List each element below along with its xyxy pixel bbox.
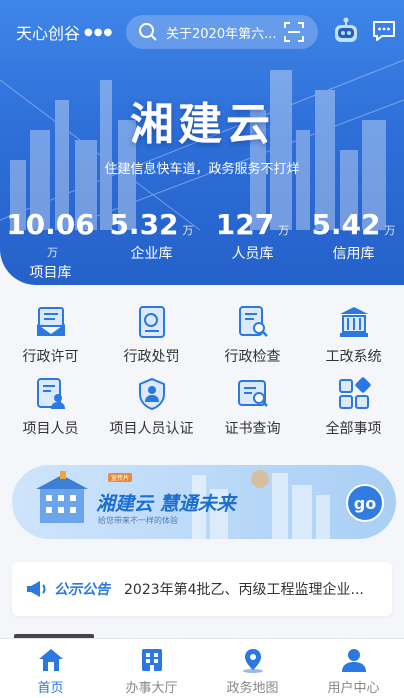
stat-label: 信用库 bbox=[332, 246, 375, 262]
project-staff-icon bbox=[36, 378, 65, 409]
certificate-search-icon bbox=[237, 380, 268, 407]
go-button[interactable]: go bbox=[346, 484, 384, 522]
scan-icon[interactable] bbox=[284, 22, 304, 42]
all-items-icon bbox=[338, 377, 371, 409]
stat-value: 127 bbox=[215, 208, 275, 241]
map-pin-icon bbox=[242, 649, 263, 673]
home-icon bbox=[38, 649, 63, 671]
hero-banner: 天心创谷 ●●● 关于2020年第六... 湘建云 住建信息快车道，政务服务不打… bbox=[0, 0, 404, 285]
service-label: 工改系统 bbox=[325, 349, 382, 365]
notice-badge: 公示公告 bbox=[54, 582, 110, 598]
stat-credit[interactable]: 5.42 万 信用库 bbox=[303, 208, 404, 268]
notice-bar[interactable]: 公示公告 2023年第4批乙、丙级工程监理企业... bbox=[12, 562, 392, 616]
nav-label: 政务地图 bbox=[226, 681, 279, 696]
service-label: 项目人员 bbox=[22, 421, 79, 437]
service-all-items[interactable]: 全部事项 bbox=[303, 372, 404, 444]
service-staff-verify[interactable]: 项目人员认证 bbox=[101, 372, 202, 444]
nav-office-hall[interactable]: 办事大厅 bbox=[101, 639, 202, 698]
stat-unit: 万 bbox=[278, 224, 290, 237]
service-penalty[interactable]: 行政处罚 bbox=[101, 300, 202, 372]
service-label: 行政检查 bbox=[224, 349, 281, 365]
stat-project[interactable]: 10.06 万 项目库 bbox=[0, 208, 101, 281]
license-icon bbox=[36, 307, 65, 336]
stat-value: 10.06 bbox=[6, 208, 95, 241]
service-reform-system[interactable]: 工改系统 bbox=[303, 300, 404, 372]
promo-subtitle: 给您带来不一样的体验 bbox=[98, 516, 178, 525]
nav-label: 首页 bbox=[37, 681, 64, 696]
megaphone-icon bbox=[27, 581, 46, 597]
service-label: 行政许可 bbox=[22, 349, 79, 365]
promo-banner[interactable]: 宣传片 湘建云 慧通未来 给您带来不一样的体验 go bbox=[12, 465, 396, 539]
more-dots-icon: ●●● bbox=[84, 26, 114, 38]
notice-text: 2023年第4批乙、丙级工程监理企业... bbox=[124, 582, 364, 598]
service-certificate-search[interactable]: 证书查询 bbox=[202, 372, 303, 444]
inspection-icon bbox=[238, 306, 268, 337]
chat-icon[interactable] bbox=[372, 20, 396, 42]
bottom-nav: 首页 办事大厅 政务地图 用户中心 bbox=[0, 638, 404, 698]
top-bar: 天心创谷 ●●● 关于2020年第六... bbox=[0, 0, 404, 64]
promo-title: 湘建云 慧通未来 bbox=[96, 493, 236, 515]
stat-unit: 万 bbox=[182, 224, 194, 237]
penalty-icon bbox=[138, 306, 165, 338]
nav-map[interactable]: 政务地图 bbox=[202, 639, 303, 698]
promo-tag: 宣传片 bbox=[108, 473, 133, 482]
service-license[interactable]: 行政许可 bbox=[0, 300, 101, 372]
service-grid: 行政许可 行政处罚 行政检查 工改系统 项目人员 项目人员认证 证书查询 全部事… bbox=[0, 300, 404, 446]
stat-enterprise[interactable]: 5.32 万 企业库 bbox=[101, 208, 202, 268]
brand-slogan: 住建信息快车道，政务服务不打烊 bbox=[104, 162, 300, 177]
nav-user-center[interactable]: 用户中心 bbox=[303, 639, 404, 698]
staff-verify-icon bbox=[138, 377, 165, 411]
building-illustration bbox=[36, 471, 88, 523]
brand-block: 湘建云 住建信息快车道，政务服务不打烊 bbox=[0, 88, 404, 177]
stat-unit: 万 bbox=[384, 224, 396, 237]
stat-label: 项目库 bbox=[29, 265, 72, 281]
stat-label: 企业库 bbox=[130, 246, 173, 262]
service-label: 行政处罚 bbox=[123, 349, 180, 365]
stats-row: 10.06万 项目库 5.32 万 企业库 127 万 人员库 5.42 万 信用库 bbox=[0, 208, 404, 281]
nav-label: 办事大厅 bbox=[125, 681, 178, 696]
nav-home[interactable]: 首页 bbox=[0, 639, 101, 698]
brand-title: 湘建云 bbox=[130, 99, 274, 150]
location-label: 天心创谷 bbox=[16, 24, 81, 43]
user-icon bbox=[341, 649, 366, 672]
stat-value: 5.42 bbox=[311, 208, 381, 241]
service-label: 证书查询 bbox=[224, 421, 281, 437]
nav-label: 用户中心 bbox=[327, 681, 380, 696]
stat-unit: 万 bbox=[47, 246, 58, 259]
service-label: 项目人员认证 bbox=[109, 421, 194, 437]
robot-icon[interactable] bbox=[332, 16, 360, 46]
search-bar[interactable]: 关于2020年第六... bbox=[126, 15, 318, 49]
stat-label: 人员库 bbox=[231, 246, 274, 262]
service-label: 全部事项 bbox=[325, 421, 382, 437]
service-project-staff[interactable]: 项目人员 bbox=[0, 372, 101, 444]
office-hall-icon bbox=[141, 649, 162, 671]
stat-personnel[interactable]: 127 万 人员库 bbox=[202, 208, 303, 268]
location-selector[interactable]: 天心创谷 ●●● bbox=[16, 20, 113, 44]
stat-value: 5.32 bbox=[109, 208, 179, 241]
search-text: 关于2020年第六... bbox=[166, 26, 276, 42]
search-icon bbox=[139, 23, 157, 41]
government-building-icon bbox=[339, 307, 368, 337]
service-inspection[interactable]: 行政检查 bbox=[202, 300, 303, 372]
